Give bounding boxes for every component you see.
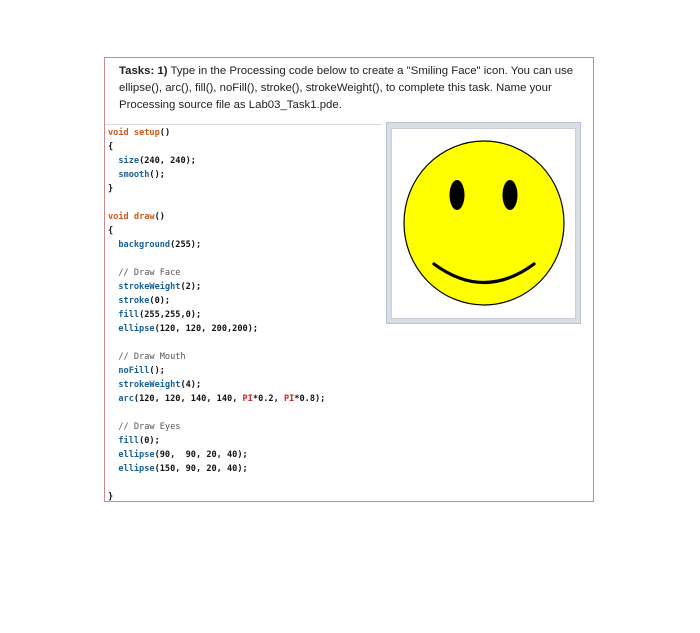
code-line: noFill();	[108, 364, 398, 378]
code-line: void setup()	[108, 126, 398, 140]
code-call: background	[118, 240, 171, 250]
code-line: {	[108, 226, 114, 236]
code-line: {	[108, 142, 114, 152]
code-constant: PI	[283, 394, 295, 404]
code-line: fill(255,255,0);	[108, 308, 398, 322]
code-call: ellipse	[118, 464, 155, 474]
code-line: ellipse(120, 120, 200,200);	[108, 322, 398, 336]
code-divider	[105, 124, 381, 125]
code-call: smooth	[118, 170, 150, 180]
code-text: ()	[154, 212, 165, 222]
code-text: ()	[159, 128, 171, 138]
right-eye	[502, 180, 518, 210]
code-text: (90, 90, 20, 40);	[154, 450, 248, 460]
code-listing: void setup() { size(240, 240); smooth();…	[108, 126, 398, 504]
code-line: background(255);	[108, 238, 398, 252]
code-text: *0.8);	[294, 394, 326, 404]
code-constant: PI	[242, 394, 253, 404]
code-text: (150, 90, 20, 40);	[154, 464, 248, 474]
code-line: ellipse(90, 90, 20, 40);	[108, 448, 398, 462]
code-call: strokeWeight	[118, 282, 181, 292]
code-call: noFill	[118, 366, 150, 376]
code-text: (240, 240);	[139, 156, 196, 166]
code-text: (255,255,0);	[139, 310, 202, 320]
code-text: (120, 120, 140, 140,	[133, 394, 243, 404]
code-call: stroke	[118, 296, 150, 306]
left-eye	[449, 180, 465, 210]
code-text: (0);	[149, 296, 171, 306]
code-keyword: void	[108, 128, 129, 138]
sketch-canvas	[391, 128, 576, 319]
code-line: stroke(0);	[108, 294, 398, 308]
face-circle	[403, 140, 565, 306]
code-line: arc(120, 120, 140, 140, PI*0.2, PI*0.8);	[108, 392, 398, 406]
code-call: fill	[118, 436, 140, 446]
code-text: ();	[149, 170, 165, 180]
code-line: size(240, 240);	[108, 154, 398, 168]
sketch-output-window	[386, 122, 581, 324]
code-text: (120, 120, 200,200);	[154, 324, 259, 334]
code-line: }	[108, 492, 114, 502]
code-call: strokeWeight	[118, 380, 181, 390]
task-card: Tasks: 1) Type in the Processing code be…	[104, 57, 594, 502]
code-call: ellipse	[118, 324, 155, 334]
code-call: ellipse	[118, 450, 155, 460]
code-text: (2);	[180, 282, 202, 292]
task-text: Type in the Processing code below to cre…	[119, 65, 574, 111]
code-call: fill	[118, 310, 140, 320]
code-call: size	[118, 156, 140, 166]
task-label: Tasks: 1)	[119, 65, 168, 77]
code-line: strokeWeight(4);	[108, 378, 398, 392]
code-comment: // Draw Face	[108, 268, 181, 278]
smiley-face-icon	[403, 140, 565, 306]
code-text: (0);	[139, 436, 160, 446]
code-function-name: draw	[133, 212, 155, 222]
code-line: void draw()	[108, 210, 398, 224]
code-comment: // Draw Eyes	[108, 422, 181, 432]
code-comment: // Draw Mouth	[108, 352, 186, 362]
code-text: ();	[149, 366, 165, 376]
code-line: fill(0);	[108, 434, 398, 448]
code-line: strokeWeight(2);	[108, 280, 398, 294]
code-line: smooth();	[108, 168, 398, 182]
code-keyword: void	[108, 212, 129, 222]
code-line: }	[108, 184, 114, 194]
task-instructions: Tasks: 1) Type in the Processing code be…	[119, 63, 585, 114]
code-text: *0.2,	[252, 394, 284, 404]
code-call: arc	[118, 394, 134, 404]
code-function-name: setup	[133, 128, 160, 138]
code-text: (255);	[170, 240, 202, 250]
code-text: (4);	[180, 380, 202, 390]
code-line: ellipse(150, 90, 20, 40);	[108, 462, 398, 476]
